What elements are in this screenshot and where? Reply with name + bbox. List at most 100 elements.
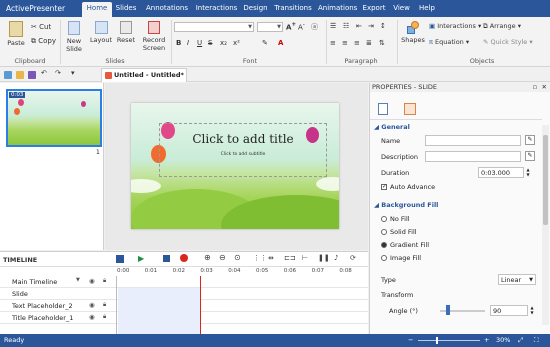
equation-button[interactable]: π Equation ▾ — [429, 38, 469, 46]
tab-view[interactable]: View — [392, 2, 411, 17]
zoom-fit-icon[interactable]: ⊙ — [234, 253, 241, 262]
tab-help[interactable]: Help — [415, 2, 439, 17]
angle-input[interactable]: 90 — [490, 305, 528, 316]
auto-advance-checkbox[interactable]: ✓ — [381, 183, 387, 190]
zoom-in-icon[interactable]: ⊕ — [204, 253, 211, 262]
stop-icon[interactable] — [163, 255, 170, 262]
superscript-icon[interactable]: x² — [233, 39, 240, 47]
chevron-down-icon[interactable]: ▼ — [76, 277, 80, 283]
title-placeholder[interactable]: Click to add title Click to add subtitle — [159, 123, 327, 177]
lock-icon[interactable]: 🔒︎ — [103, 277, 106, 285]
align-left-icon[interactable]: ≡ — [330, 39, 336, 47]
font-size-select[interactable]: ▼ — [257, 22, 283, 32]
redo-icon[interactable]: ↷ — [55, 69, 61, 77]
paste-button[interactable]: Paste — [5, 21, 27, 47]
italic-icon[interactable]: I — [187, 39, 189, 47]
zoom-slider-handle[interactable] — [436, 337, 438, 344]
underline-icon[interactable]: U — [197, 39, 202, 47]
interactions-button[interactable]: ▣ Interactions ▾ — [429, 22, 481, 30]
font-shrink-icon[interactable]: A- — [298, 22, 305, 31]
tab-annotations[interactable]: Annotations — [143, 2, 191, 17]
slide-thumbnail-1[interactable]: 0:03 — [6, 89, 102, 147]
bold-icon[interactable]: B — [176, 39, 181, 47]
fill-option-radio[interactable] — [381, 229, 387, 235]
decrease-indent-icon[interactable]: ⇤ — [356, 22, 362, 30]
document-tab[interactable]: Untitled - Untitled* — [101, 68, 187, 82]
lock-icon[interactable]: 🔒︎ — [103, 313, 106, 321]
new-icon[interactable] — [4, 71, 12, 79]
fit-window-icon[interactable]: ⤢ — [518, 336, 523, 345]
audio-icon[interactable]: ♪ — [334, 254, 338, 262]
tab-slides[interactable]: Slides — [115, 2, 137, 17]
slide-duration-bar[interactable] — [118, 288, 200, 335]
tab-transitions[interactable]: Transitions — [272, 2, 314, 17]
clear-format-icon[interactable]: ⓐ — [311, 22, 318, 32]
fill-option-radio[interactable] — [381, 255, 387, 261]
line-spacing-icon[interactable]: ↕ — [380, 22, 386, 30]
freeze-icon[interactable]: ❚❚ — [318, 254, 330, 262]
split-icon[interactable]: ⋮⋮ — [253, 254, 267, 262]
close-icon[interactable]: ✕ — [542, 83, 547, 92]
angle-stepper[interactable]: ▲ ▼ — [528, 305, 536, 316]
open-icon[interactable] — [16, 71, 24, 79]
fill-option-radio[interactable] — [381, 242, 387, 248]
quick-style-button[interactable]: ✎ Quick Style ▾ — [483, 38, 533, 46]
new-slide-button[interactable]: New Slide — [62, 21, 86, 53]
app-menu-button[interactable]: ActivePresenter — [2, 2, 69, 15]
main-timeline-row[interactable]: Main Timeline ◉ 🔒︎ ▼ — [0, 276, 368, 288]
play-icon[interactable]: ▶ — [138, 254, 144, 263]
tab-animations[interactable]: Animations — [318, 2, 357, 17]
edit-description-icon[interactable]: ✎ — [525, 151, 535, 161]
crop-icon[interactable]: ⊏⊐ — [284, 254, 296, 262]
type-select[interactable]: Linear ▼ — [498, 274, 536, 285]
slide-surface[interactable]: Click to add title Click to add subtitle — [131, 103, 339, 229]
font-family-select[interactable]: ▼ — [174, 22, 254, 32]
tab-interactions[interactable]: Interactions — [194, 2, 239, 17]
undo-icon[interactable]: ↶ — [41, 69, 47, 77]
tab-design[interactable]: Design — [243, 2, 268, 17]
duration-input[interactable]: 0:03.000 — [478, 167, 524, 178]
lock-icon[interactable]: 🔒︎ — [103, 301, 106, 309]
fill-option-radio[interactable] — [381, 216, 387, 222]
zoom-out-icon[interactable]: ⊖ — [219, 253, 226, 262]
fullscreen-icon[interactable]: ⛶ — [534, 336, 539, 345]
background-fill-section[interactable]: ◢ Background Fill — [374, 201, 438, 209]
align-center-icon[interactable]: ≡ — [342, 39, 348, 47]
font-grow-icon[interactable]: A+ — [286, 22, 296, 31]
layout-button[interactable]: Layout — [88, 21, 114, 44]
name-input[interactable] — [425, 135, 521, 146]
visibility-eye-icon[interactable]: ◉ — [89, 277, 95, 285]
visibility-eye-icon[interactable]: ◉ — [89, 301, 95, 309]
reset-button[interactable]: Reset — [115, 21, 137, 44]
description-input[interactable] — [425, 151, 521, 162]
cut-button[interactable]: ✂ Cut — [31, 23, 51, 31]
timeline-view-icon[interactable] — [116, 255, 124, 263]
playhead[interactable] — [200, 276, 201, 335]
angle-slider-handle[interactable] — [446, 305, 450, 315]
style-properties-icon[interactable] — [404, 103, 416, 115]
properties-scrollbar[interactable] — [542, 125, 549, 325]
increase-indent-icon[interactable]: ⇥ — [368, 22, 374, 30]
copy-button[interactable]: ⧉ Copy — [31, 37, 56, 46]
save-icon[interactable] — [28, 71, 36, 79]
tab-home[interactable]: Home — [82, 2, 112, 17]
highlight-icon[interactable]: ✎ — [262, 39, 268, 47]
visibility-eye-icon[interactable]: ◉ — [89, 313, 95, 321]
duration-stepper[interactable]: ▲ ▼ — [524, 167, 532, 178]
customize-icon[interactable]: ▾ — [71, 69, 75, 77]
slide-properties-icon[interactable] — [378, 103, 388, 115]
arrange-button[interactable]: ⧉ Arrange ▾ — [483, 22, 521, 31]
shapes-button[interactable]: Shapes — [400, 21, 426, 44]
zoom-out-button[interactable]: − — [408, 336, 413, 344]
scrollbar-thumb[interactable] — [543, 135, 548, 225]
zoom-in-button[interactable]: + — [484, 336, 489, 344]
speed-icon[interactable]: ⟳ — [350, 254, 356, 262]
text-direction-icon[interactable]: ⇅ — [379, 39, 385, 47]
font-color-icon[interactable]: A — [278, 39, 283, 47]
align-right-icon[interactable]: ≡ — [354, 39, 360, 47]
record-screen-button[interactable]: Record Screen — [139, 21, 169, 52]
record-icon[interactable] — [180, 254, 188, 262]
strikethrough-icon[interactable]: S — [208, 39, 212, 47]
zoom-slider-track[interactable] — [418, 340, 480, 341]
bullets-icon[interactable]: ☰ — [330, 22, 336, 30]
